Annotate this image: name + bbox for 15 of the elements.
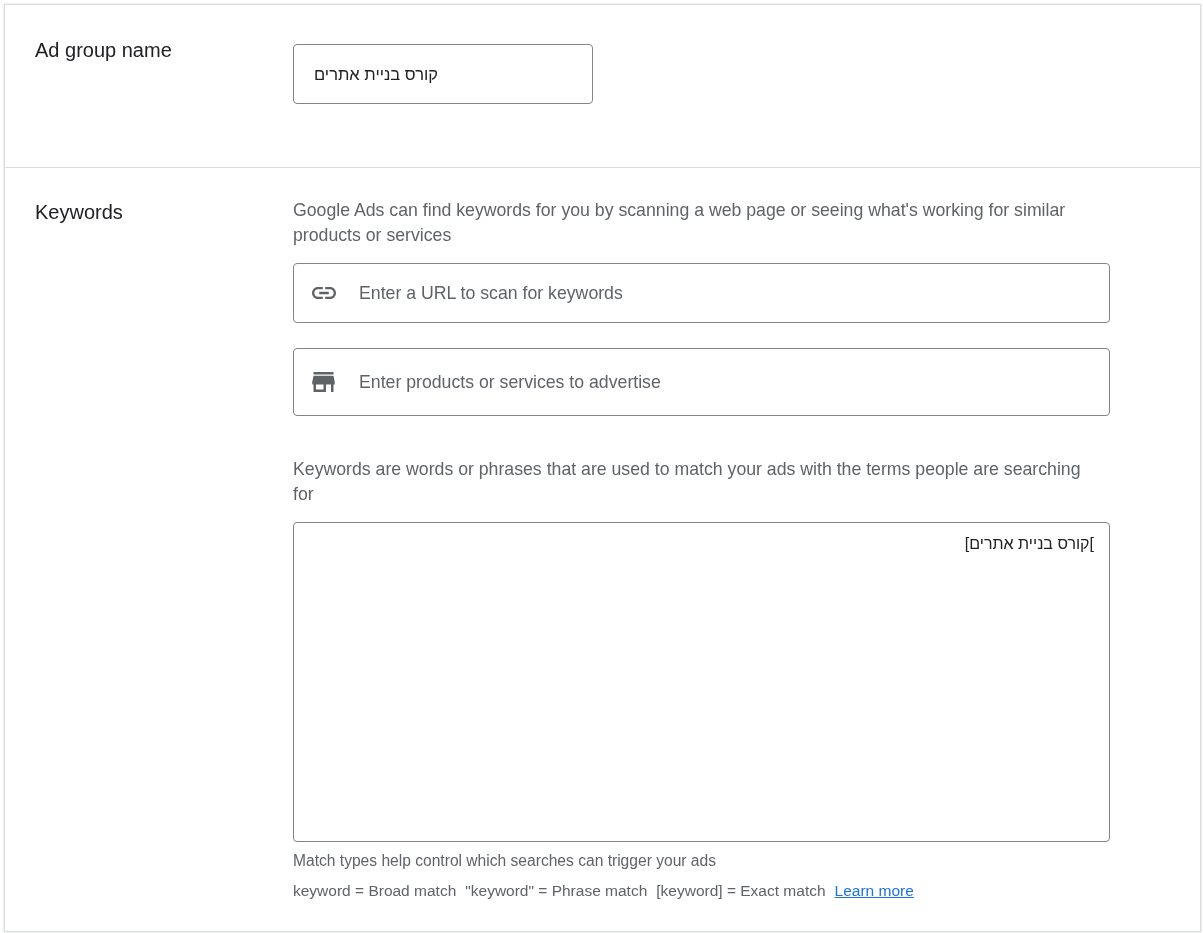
url-field[interactable]: Enter a URL to scan for keywords <box>293 263 1110 323</box>
description-text: Keywords are words or phrases that are used to match your ads with the terms people are searching for <box>293 458 1082 506</box>
link-icon <box>312 287 336 299</box>
store-icon <box>312 372 335 392</box>
learn-more-link[interactable]: Learn more <box>834 881 914 901</box>
section-label: Keywords <box>35 200 123 224</box>
help-text: Match types help control which searches can trigger your ads <box>293 851 716 871</box>
section-label: Ad group name <box>35 38 172 62</box>
description-text: Google Ads can find keywords for you by scanning a web page or seeing what's working for similar products or services <box>293 199 1067 247</box>
match-type-text: [keyword] = Exact match <box>656 881 826 901</box>
match-type-text: "keyword" = Phrase match <box>465 881 648 901</box>
match-type-text: keyword = Broad match <box>293 881 457 901</box>
products-field[interactable]: Enter products or services to advertise <box>293 348 1110 416</box>
keywords-textarea[interactable]: [קורס בניית אתרים[ <box>293 522 1110 842</box>
ad-group-name-input[interactable]: קורס בניית אתרים <box>293 44 593 104</box>
